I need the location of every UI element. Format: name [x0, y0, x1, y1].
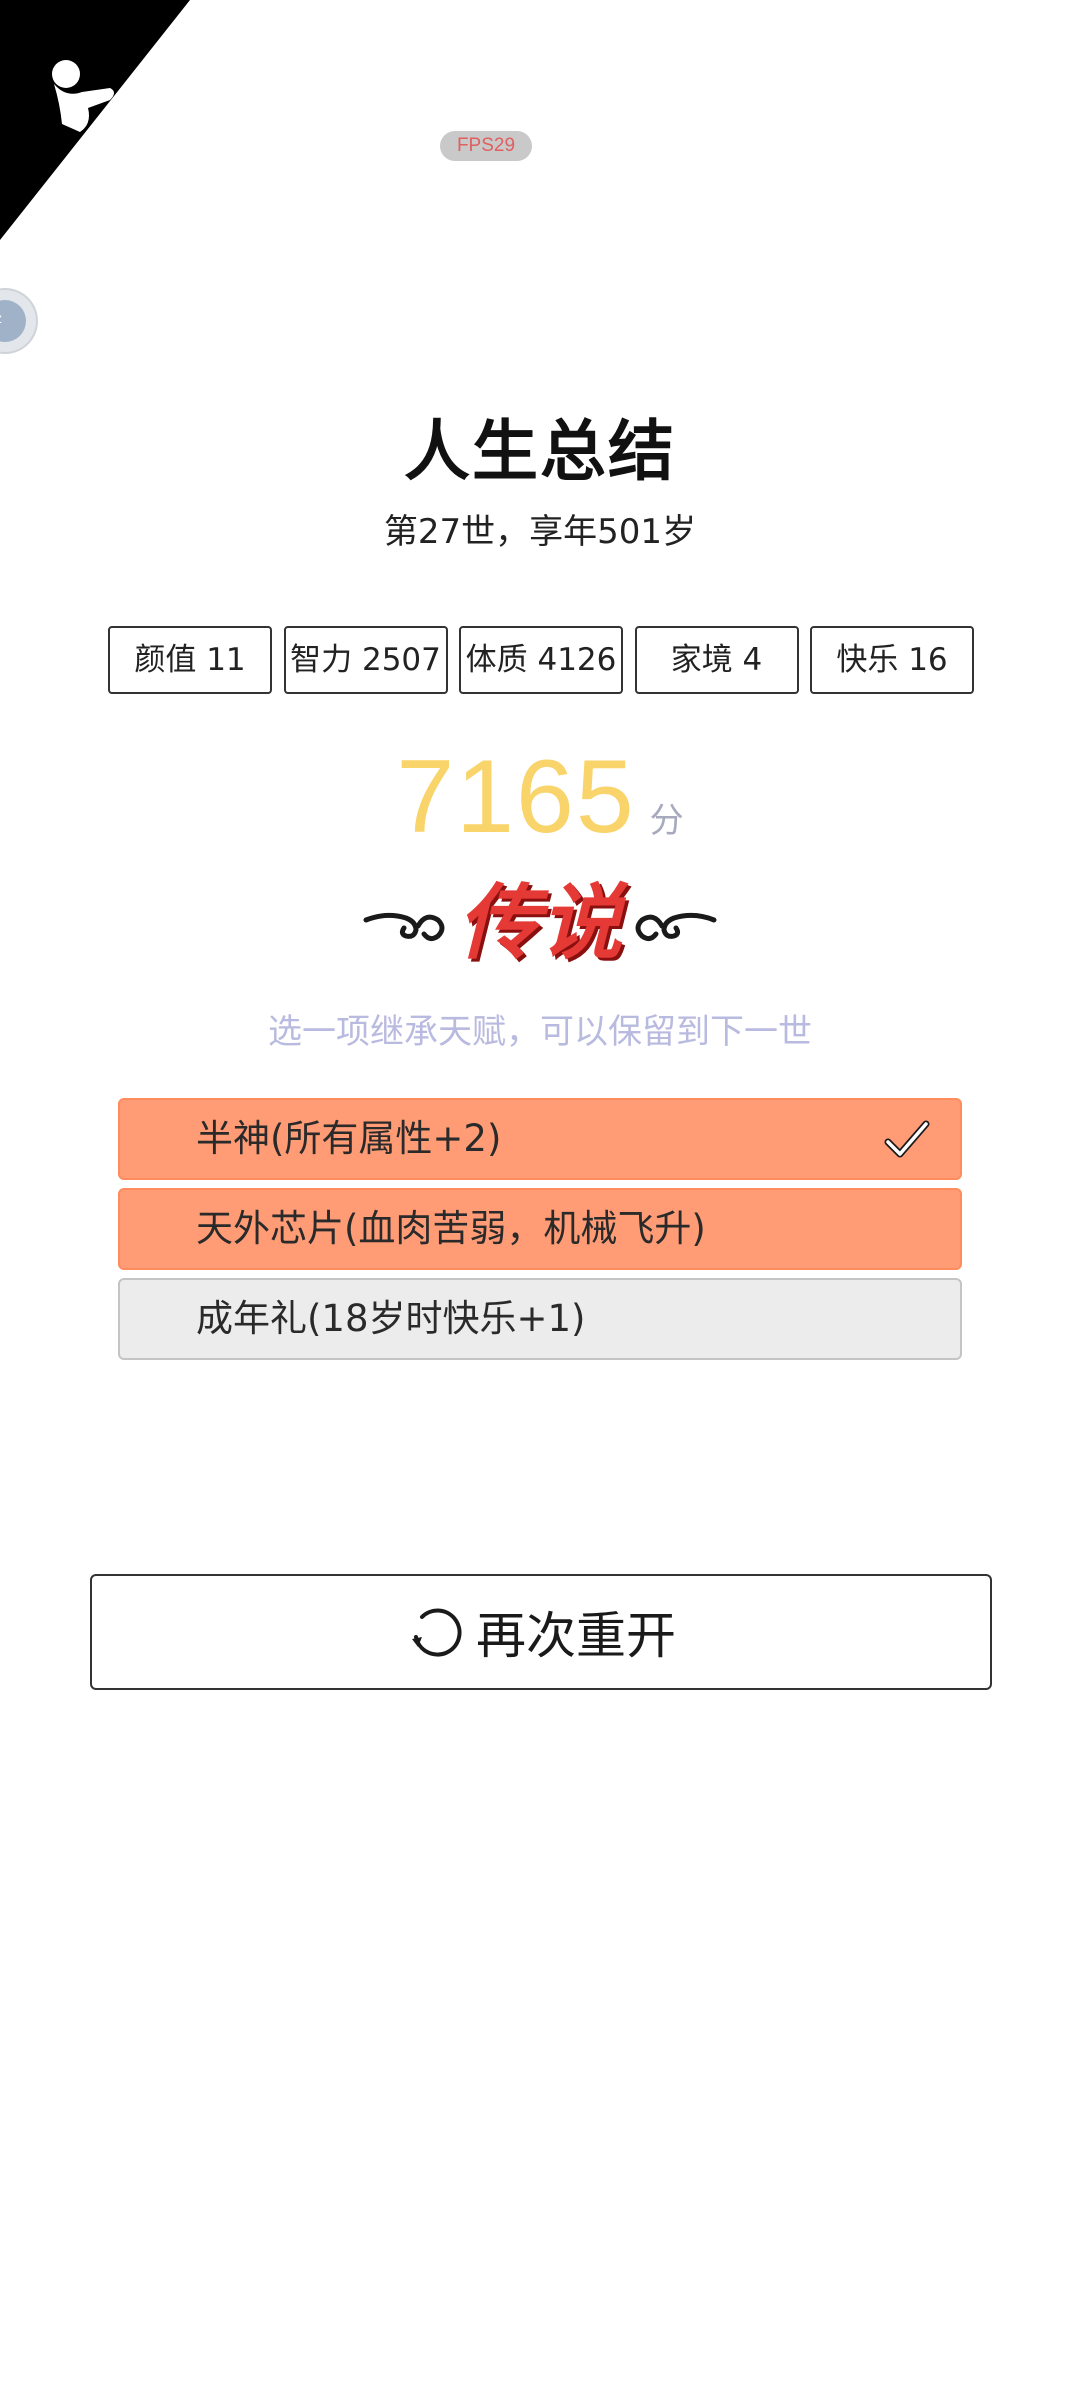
life-summary-screen: FPS29 zz 人生总结 第27世，享年501岁 颜值 11 智力 2507 …	[0, 0, 1080, 2400]
talent-item-chip[interactable]: 天外芯片(血肉苦弱，机械飞升)	[118, 1188, 962, 1270]
grade-badge: 传说	[360, 868, 720, 978]
talent-label: 成年礼(18岁时快乐+1)	[196, 1297, 586, 1340]
checkmark-icon	[884, 1120, 930, 1158]
grade-label: 传说	[458, 875, 622, 971]
life-subtitle: 第27世，享年501岁	[383, 512, 697, 552]
fps-counter: FPS29	[440, 131, 532, 161]
inherit-hint: 选一项继承天赋，可以保留到下一世	[268, 1012, 812, 1052]
floating-ball-mark: zz	[0, 310, 2, 326]
stat-constitution: 体质 4126	[459, 626, 623, 694]
talent-list: 半神(所有属性+2) 天外芯片(血肉苦弱，机械飞升) 成年礼(18岁时快乐+1)	[118, 1098, 962, 1368]
stat-happiness: 快乐 16	[810, 626, 974, 694]
talent-item-demigod[interactable]: 半神(所有属性+2)	[118, 1098, 962, 1180]
corner-logo-icon	[0, 0, 190, 240]
stat-appearance: 颜值 11	[108, 626, 272, 694]
floating-ball-icon	[0, 300, 26, 342]
stat-family: 家境 4	[634, 626, 799, 694]
score-unit: 分	[649, 801, 684, 841]
restart-label: 再次重开	[476, 1607, 676, 1665]
talent-label: 天外芯片(血肉苦弱，机械飞升)	[196, 1207, 706, 1250]
page-title: 人生总结	[404, 413, 676, 490]
stat-intelligence: 智力 2507	[283, 626, 448, 694]
total-score: 7165	[396, 739, 636, 855]
left-cloud-ornament-icon	[363, 912, 445, 942]
talent-item-coming-of-age[interactable]: 成年礼(18岁时快乐+1)	[118, 1278, 962, 1360]
refresh-icon	[412, 1608, 462, 1657]
score-row: 7165 分	[0, 738, 1080, 857]
talent-label: 半神(所有属性+2)	[196, 1117, 502, 1160]
attribute-stats: 颜值 11 智力 2507 体质 4126 家境 4 快乐 16	[108, 626, 974, 694]
restart-button[interactable]: 再次重开	[90, 1574, 992, 1690]
right-cloud-ornament-icon	[635, 912, 717, 942]
floating-assistant-button[interactable]: zz	[0, 290, 36, 352]
